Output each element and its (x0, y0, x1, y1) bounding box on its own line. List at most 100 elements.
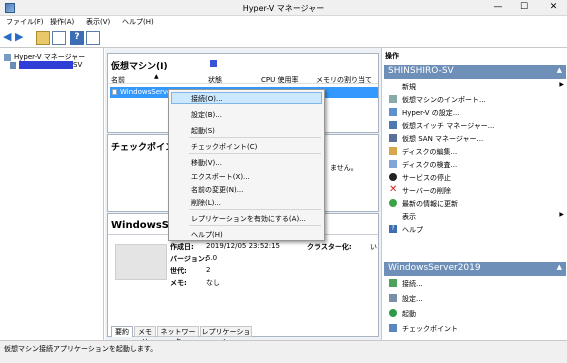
title-bar: Hyper-V マネージャー — ☐ ✕ (0, 0, 567, 16)
vm-table-header: 名前 ▲ 状態 CPU 使用率 メモリの割り当て (108, 73, 378, 85)
menu-view[interactable]: 表示(V) (86, 17, 110, 27)
action-start-label: 起動 (402, 310, 416, 318)
action-help[interactable]: ? ヘルプ (389, 224, 564, 236)
tab-replication[interactable]: レプリケーション (200, 326, 252, 346)
ctx-separator (189, 153, 321, 154)
action-view[interactable]: 表示 ▶ (389, 211, 564, 223)
show-hide-tree-icon[interactable] (52, 31, 66, 45)
action-help-label: ヘルプ (402, 226, 423, 234)
ctx-separator (189, 225, 321, 226)
created-value: 2019/12/05 23:52:15 (206, 242, 281, 250)
column-memory[interactable]: メモリの割り当て (316, 75, 372, 85)
vm-actions-header[interactable]: WindowsServer2019 ▲ (384, 262, 566, 276)
cluster-value: い (370, 243, 377, 251)
settings-icon (389, 108, 397, 116)
action-vm-start[interactable]: 起動 (389, 308, 564, 320)
remove-x-icon: ✕ (389, 184, 398, 195)
server-header-label: SHINSHIRO-SV (388, 66, 454, 76)
action-stop-service-label: サービスの停止 (402, 174, 451, 182)
menu-file[interactable]: ファイル(F) (6, 17, 44, 27)
action-import-vm[interactable]: 仮想マシンのインポート... (389, 94, 564, 106)
window-title: Hyper-V マネージャー (242, 4, 325, 13)
collapse-up-icon: ▲ (556, 66, 562, 74)
status-bar: 仮想マシン接続アプリケーションを起動します。 (0, 340, 567, 363)
actions-title: 操作 (385, 52, 399, 60)
close-button[interactable]: ✕ (540, 0, 567, 16)
column-name[interactable]: 名前 (111, 75, 125, 85)
switch-icon (389, 121, 397, 129)
server-actions-header[interactable]: SHINSHIRO-SV ▲ (384, 65, 566, 79)
maximize-button[interactable]: ☐ (512, 0, 536, 16)
help-icon[interactable]: ? (70, 31, 84, 45)
action-import-label: 仮想マシンのインポート... (402, 96, 486, 104)
action-hyperv-settings[interactable]: Hyper-V の設定... (389, 107, 564, 119)
vm-thumbnail (115, 244, 167, 280)
submenu-arrow-icon: ▶ (559, 81, 564, 88)
action-virtual-san[interactable]: 仮想 SAN マネージャー... (389, 133, 564, 145)
sort-up-icon: ▲ (154, 73, 159, 80)
ctx-enable-replication[interactable]: レプリケーションを有効にする(A)... (191, 214, 306, 224)
ctx-connect[interactable]: 接続(O)... (191, 94, 223, 104)
action-stop-service[interactable]: サービスの停止 (389, 172, 564, 184)
ctx-separator (189, 137, 321, 138)
action-edit-disk-label: ディスクの編集... (402, 148, 458, 156)
action-remove-server[interactable]: ✕ サーバーの削除 (389, 185, 564, 197)
checkpoint-empty-text: ません。 (330, 164, 358, 172)
action-san-label: 仮想 SAN マネージャー... (402, 135, 484, 143)
menu-action[interactable]: 操作(A) (50, 17, 74, 27)
ctx-delete[interactable]: 削除(L)... (191, 198, 221, 208)
memo-label: メモ: (170, 279, 187, 287)
toolbar: ◀ ▶ ? (0, 28, 567, 48)
start-icon (389, 309, 397, 317)
ctx-separator (189, 209, 321, 210)
help-icon: ? (389, 225, 397, 233)
version-label: バージョン: (170, 255, 208, 263)
action-edit-disk[interactable]: ディスクの編集... (389, 146, 564, 158)
tab-memory[interactable]: メモリ (134, 326, 156, 346)
ctx-settings[interactable]: 設定(B)... (191, 110, 222, 120)
tab-summary[interactable]: 要約 (111, 326, 133, 337)
server-icon (10, 61, 16, 69)
san-icon (389, 134, 397, 142)
action-vm-settings-label: 設定... (402, 295, 423, 303)
folder-up-icon[interactable] (36, 31, 50, 45)
server-tree-icon (4, 53, 11, 61)
stop-service-icon (389, 173, 397, 181)
action-inspect-disk[interactable]: ディスクの検査... (389, 159, 564, 171)
vm-icon (112, 89, 117, 95)
ctx-start[interactable]: 起動(S) (191, 126, 215, 136)
menu-help[interactable]: ヘルプ(H) (122, 17, 154, 27)
generation-label: 世代: (170, 267, 187, 275)
tree-root-label: Hyper-V マネージャー (14, 53, 86, 61)
column-state[interactable]: 状態 (208, 75, 222, 85)
action-virtual-switch[interactable]: 仮想スイッチ マネージャー... (389, 120, 564, 132)
tab-network[interactable]: ネットワーク (157, 326, 199, 346)
action-vm-settings[interactable]: 設定... (389, 293, 564, 305)
action-inspect-disk-label: ディスクの検査... (402, 161, 458, 169)
action-new-label: 新規 (402, 83, 416, 91)
ctx-move[interactable]: 移動(V)... (191, 158, 222, 168)
action-new[interactable]: 新規 ▶ (389, 81, 564, 93)
action-switch-label: 仮想スイッチ マネージャー... (402, 122, 495, 130)
ctx-rename[interactable]: 名前の変更(N)... (191, 185, 243, 195)
forward-arrow-icon[interactable]: ▶ (15, 31, 29, 45)
action-vm-connect[interactable]: 接続... (389, 278, 564, 290)
status-text: 仮想マシン接続アプリケーションを起動します。 (4, 345, 158, 353)
context-menu: 接続(O)... 設定(B)... 起動(S) チェックポイント(C) 移動(V… (168, 89, 325, 241)
ctx-help[interactable]: ヘルプ(H) (191, 230, 223, 240)
action-view-label: 表示 (402, 213, 416, 221)
action-pane-toggle-icon[interactable] (86, 31, 100, 45)
tree-node-server[interactable]: SV (10, 61, 82, 69)
refresh-icon (389, 199, 397, 207)
version-value: 5.0 (206, 254, 218, 262)
server-name-redacted (19, 61, 73, 69)
column-cpu[interactable]: CPU 使用率 (261, 75, 298, 85)
server-name-suffix: SV (73, 61, 83, 69)
redacted-marker (210, 60, 217, 67)
minimize-button[interactable]: — (486, 0, 510, 16)
ctx-checkpoint[interactable]: チェックポイント(C) (191, 142, 257, 152)
action-refresh[interactable]: 最新の情報に更新 (389, 198, 564, 210)
ctx-export[interactable]: エクスポート(X)... (191, 172, 250, 182)
import-icon (389, 95, 397, 103)
action-vm-checkpoint[interactable]: チェックポイント (389, 323, 564, 335)
